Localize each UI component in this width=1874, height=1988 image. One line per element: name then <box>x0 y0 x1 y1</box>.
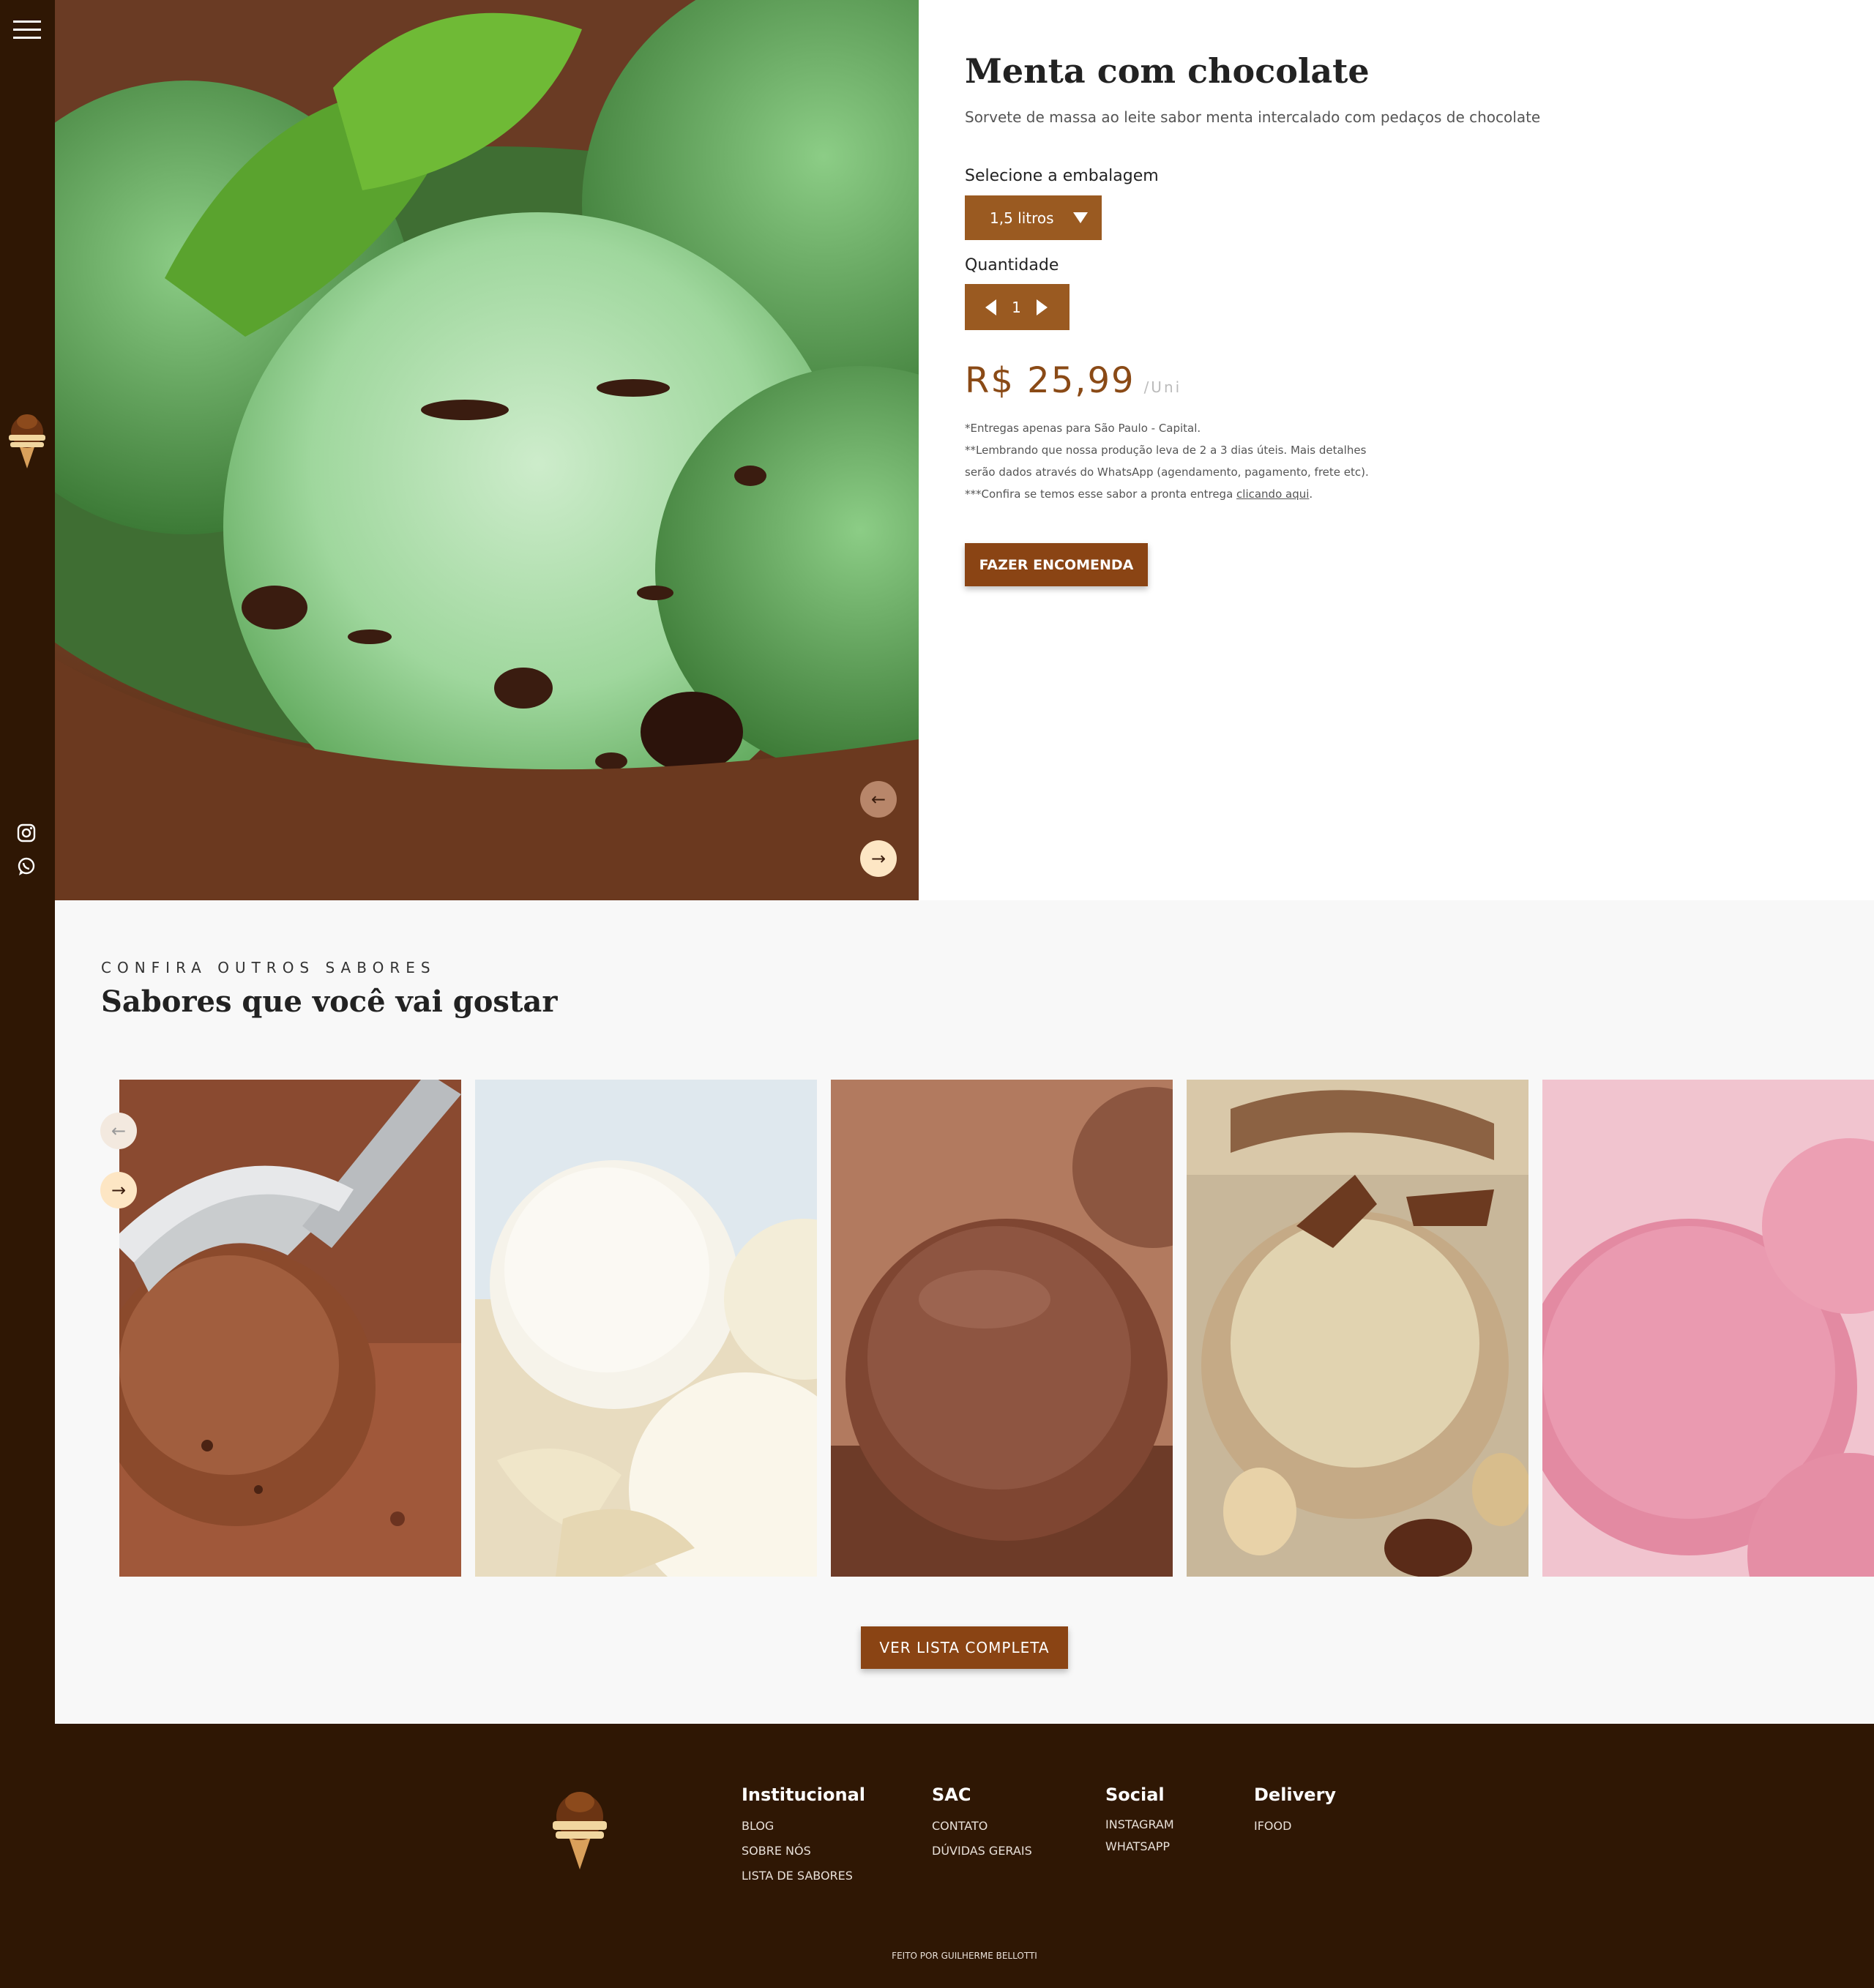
cream-ice-cream-image <box>475 1080 817 1577</box>
note-line: **Lembrando que nossa produção leva de 2… <box>965 444 1367 457</box>
product-price: R$ 25,99/Uni <box>965 360 1181 401</box>
flavor-card-cream[interactable] <box>475 1080 817 1577</box>
footer: Institucional BLOG SOBRE NÓS LISTA DE SA… <box>55 1724 1874 1988</box>
footer-col-title: Institucional <box>742 1785 866 1805</box>
bellotti-logo-icon[interactable] <box>4 411 50 470</box>
increase-quantity-icon[interactable] <box>1036 299 1048 315</box>
product-description: Sorvete de massa ao leite sabor menta in… <box>965 108 1541 126</box>
sidebar <box>0 0 55 1988</box>
arrow-left-icon: ← <box>870 789 886 810</box>
price-unit: /Uni <box>1143 378 1182 396</box>
chocolate-ice-cream-image <box>831 1080 1173 1577</box>
package-select[interactable]: 1,5 litros <box>965 195 1102 240</box>
flavor-card-strawberry[interactable] <box>1542 1080 1874 1577</box>
footer-col-institucional: Institucional BLOG SOBRE NÓS LISTA DE SA… <box>742 1785 865 1888</box>
full-list-button[interactable]: VER LISTA COMPLETA <box>861 1626 1068 1669</box>
chocolate-scoop-image <box>119 1080 461 1577</box>
footer-link-about[interactable]: SOBRE NÓS <box>742 1839 865 1864</box>
footer-col-sac: SAC CONTATO DÚVIDAS GERAIS <box>932 1785 1032 1864</box>
mint-ice-cream-image <box>55 0 919 900</box>
package-select-value: 1,5 litros <box>990 209 1054 227</box>
footer-credit: FEITO POR GUILHERME BELLOTTI <box>892 1951 1037 1961</box>
strawberry-ice-cream-image <box>1542 1080 1874 1577</box>
instagram-icon[interactable] <box>16 823 37 843</box>
stock-check-link[interactable]: clicando aqui <box>1236 487 1309 501</box>
decrease-quantity-icon[interactable] <box>985 299 996 315</box>
note-text: ***Confira se temos esse sabor a pronta … <box>965 487 1237 501</box>
order-button[interactable]: FAZER ENCOMENDA <box>965 543 1148 586</box>
footer-link-flavors[interactable]: LISTA DE SABORES <box>742 1864 865 1888</box>
footer-link-instagram[interactable]: INSTAGRAM <box>1105 1814 1174 1836</box>
footer-col-title: Social <box>1105 1785 1165 1805</box>
product-image: ← → <box>55 0 919 900</box>
quantity-label: Quantidade <box>965 256 1059 274</box>
footer-link-contact[interactable]: CONTATO <box>932 1814 1032 1839</box>
footer-link-faq[interactable]: DÚVIDAS GERAIS <box>932 1839 1032 1864</box>
quantity-value: 1 <box>1012 298 1021 316</box>
flavors-next-button[interactable]: → <box>100 1172 137 1208</box>
whatsapp-icon[interactable] <box>16 856 37 877</box>
footer-link-ifood[interactable]: IFOOD <box>1254 1814 1336 1839</box>
footer-link-whatsapp[interactable]: WHATSAPP <box>1105 1836 1174 1858</box>
dropdown-triangle-icon <box>1072 212 1088 223</box>
quantity-stepper[interactable]: 1 <box>965 284 1069 330</box>
flavor-card-chocolate-scoop[interactable] <box>119 1080 461 1577</box>
arrow-right-icon: → <box>870 848 886 869</box>
hazelnut-ice-cream-image <box>1187 1080 1528 1577</box>
footer-col-delivery: Delivery IFOOD <box>1254 1785 1336 1839</box>
bellotti-logo-icon[interactable] <box>547 1786 613 1871</box>
flavor-card-chocolate[interactable] <box>831 1080 1173 1577</box>
note-line: serão dados através do WhatsApp (agendam… <box>965 466 1369 479</box>
price-value: R$ 25,99 <box>965 360 1135 401</box>
hero-prev-button[interactable]: ← <box>860 781 897 818</box>
flavors-eyebrow: CONFIRA OUTROS SABORES <box>101 959 436 976</box>
note-end: . <box>1309 487 1313 501</box>
note-line: *Entregas apenas para São Paulo - Capita… <box>965 422 1201 435</box>
product-title: Menta com chocolate <box>965 51 1370 91</box>
flavors-section: CONFIRA OUTROS SABORES Sabores que você … <box>55 900 1874 1724</box>
arrow-right-icon: → <box>111 1180 127 1200</box>
flavor-card-hazelnut[interactable] <box>1187 1080 1528 1577</box>
delivery-notes: *Entregas apenas para São Paulo - Capita… <box>965 417 1404 505</box>
footer-col-title: Delivery <box>1254 1785 1337 1805</box>
flavors-title: Sabores que você vai gostar <box>101 984 558 1019</box>
note-line: ***Confira se temos esse sabor a pronta … <box>965 483 1404 505</box>
hero-next-button[interactable]: → <box>860 840 897 877</box>
arrow-left-icon: ← <box>111 1121 127 1141</box>
footer-link-blog[interactable]: BLOG <box>742 1814 865 1839</box>
package-label: Selecione a embalagem <box>965 167 1159 185</box>
hamburger-menu-icon[interactable] <box>13 20 41 42</box>
flavors-prev-button[interactable]: ← <box>100 1113 137 1149</box>
footer-col-social: Social INSTAGRAM WHATSAPP <box>1105 1785 1174 1858</box>
footer-col-title: SAC <box>932 1785 971 1805</box>
